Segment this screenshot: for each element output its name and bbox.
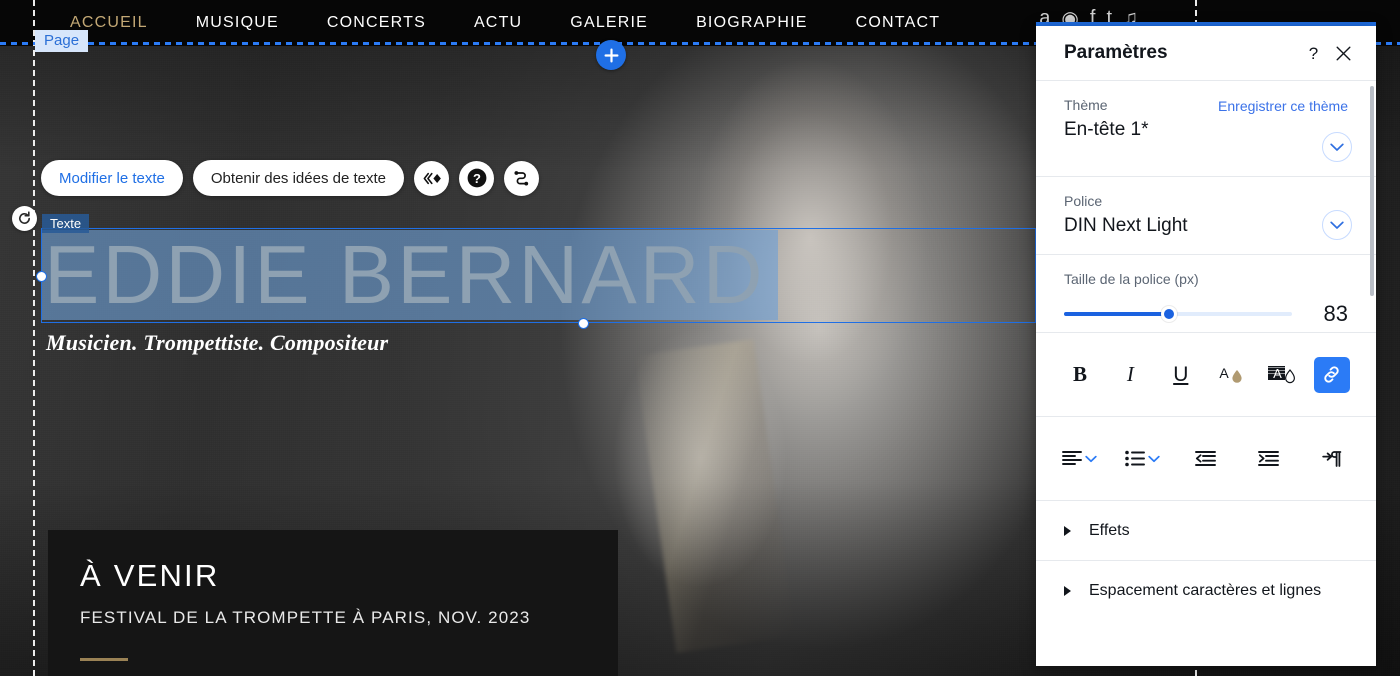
element-selection-box <box>41 228 1036 323</box>
text-color-icon: A <box>1220 365 1242 383</box>
font-size-slider[interactable] <box>1064 306 1292 322</box>
spacing-label: Espacement caractères et lignes <box>1089 581 1322 599</box>
connect-icon <box>514 170 529 186</box>
effects-accordion[interactable]: Effets <box>1036 500 1376 560</box>
nav-item-concerts[interactable]: CONCERTS <box>303 14 450 32</box>
nav-links: ACCUEIL MUSIQUE CONCERTS ACTU GALERIE BI… <box>0 14 964 32</box>
text-align-button[interactable] <box>1062 450 1097 467</box>
effects-label: Effets <box>1089 521 1130 539</box>
increase-indent-button[interactable] <box>1251 441 1287 477</box>
page-badge[interactable]: Page <box>35 30 89 52</box>
chevron-down-icon <box>1147 455 1160 462</box>
question-mark-icon: ? <box>1308 44 1317 63</box>
editor-window: ACCUEIL MUSIQUE CONCERTS ACTU GALERIE BI… <box>0 0 1400 676</box>
floating-text-toolbar: Modifier le texte Obtenir des idées de t… <box>41 160 539 196</box>
text-ideas-button[interactable]: Obtenir des idées de texte <box>192 160 404 196</box>
panel-header: Paramètres ? <box>1036 26 1376 80</box>
paragraph-format-row <box>1036 416 1376 500</box>
text-direction-button[interactable] <box>1314 441 1350 477</box>
panel-close-button[interactable] <box>1328 38 1358 68</box>
decrease-indent-button[interactable] <box>1187 441 1223 477</box>
chevron-down-icon <box>1085 455 1097 462</box>
triangle-right-icon <box>1064 525 1071 536</box>
chevron-down-icon <box>1330 143 1344 151</box>
slider-fill <box>1064 312 1169 316</box>
close-icon <box>1336 46 1350 60</box>
bold-button[interactable]: B <box>1062 357 1098 393</box>
font-size-section: Taille de la police (px) 83 <box>1036 254 1376 332</box>
nav-item-actu[interactable]: ACTU <box>450 14 546 32</box>
animation-button[interactable] <box>414 160 449 196</box>
panel-title: Paramètres <box>1064 42 1168 63</box>
add-section-button[interactable] <box>596 40 626 70</box>
chevron-down-icon <box>1330 221 1344 229</box>
rotate-handle[interactable] <box>12 206 37 231</box>
help-circle-icon: ? <box>467 168 486 188</box>
element-type-tag: Texte <box>42 214 90 233</box>
panel-scrollbar[interactable] <box>1370 86 1374 296</box>
font-value: DIN Next Light <box>1064 215 1188 236</box>
text-align-icon <box>1062 451 1082 465</box>
increase-indent-icon <box>1258 451 1279 466</box>
connect-button[interactable] <box>504 160 539 196</box>
font-size-value[interactable]: 83 <box>1308 301 1348 327</box>
resize-handle-bottom[interactable] <box>578 318 589 329</box>
slider-thumb[interactable] <box>1160 306 1177 322</box>
text-color-button[interactable]: A <box>1213 357 1249 393</box>
nav-item-galerie[interactable]: GALERIE <box>546 14 672 32</box>
upcoming-card-rule <box>80 658 128 661</box>
bulleted-list-button[interactable] <box>1124 450 1160 467</box>
animation-icon <box>423 172 441 184</box>
link-icon <box>1324 366 1340 383</box>
svg-text:?: ? <box>1308 44 1317 63</box>
font-label: Police <box>1064 193 1103 209</box>
theme-dropdown-button[interactable] <box>1322 132 1352 162</box>
help-button[interactable]: ? <box>459 160 494 196</box>
triangle-right-icon <box>1064 585 1071 596</box>
theme-section: Thème En-tête 1* Enregistrer ce thème <box>1036 80 1376 176</box>
upcoming-card-title: À VENIR <box>80 558 220 593</box>
text-highlight-button[interactable]: A <box>1264 357 1300 393</box>
hero-subtitle[interactable]: Musicien. Trompettiste. Compositeur <box>46 330 388 356</box>
character-format-row: B I U A A <box>1036 332 1376 416</box>
trumpet-shape <box>634 339 796 653</box>
italic-button[interactable]: I <box>1112 357 1148 393</box>
font-section: Police DIN Next Light <box>1036 176 1376 254</box>
link-button[interactable] <box>1313 356 1350 393</box>
spacing-accordion[interactable]: Espacement caractères et lignes <box>1036 560 1376 620</box>
decrease-indent-icon <box>1194 451 1216 466</box>
resize-handle-left[interactable] <box>36 271 47 282</box>
font-dropdown-button[interactable] <box>1322 210 1352 240</box>
svg-text:?: ? <box>473 171 481 186</box>
svg-text:A: A <box>1220 365 1230 381</box>
theme-value: En-tête 1* <box>1064 119 1149 140</box>
nav-item-biographie[interactable]: BIOGRAPHIE <box>672 14 832 32</box>
nav-item-contact[interactable]: CONTACT <box>832 14 965 32</box>
save-theme-link[interactable]: Enregistrer ce thème <box>1218 98 1348 114</box>
nav-item-musique[interactable]: MUSIQUE <box>172 14 303 32</box>
font-size-label: Taille de la police (px) <box>1064 271 1199 287</box>
rotate-icon <box>19 211 30 224</box>
text-highlight-icon: A <box>1267 365 1295 383</box>
font-size-slider-row: 83 <box>1064 301 1348 327</box>
edit-text-button[interactable]: Modifier le texte <box>41 160 183 196</box>
upcoming-card[interactable]: À VENIR FESTIVAL DE LA TROMPETTE À PARIS… <box>48 530 618 676</box>
bulleted-list-icon <box>1124 450 1145 467</box>
settings-panel: Paramètres ? Thème En-tête 1* Enregistre… <box>1036 26 1376 666</box>
page-boundary-left <box>33 0 35 676</box>
svg-text:A: A <box>1273 366 1282 381</box>
panel-help-button[interactable]: ? <box>1298 38 1328 68</box>
underline-button[interactable]: U <box>1163 357 1199 393</box>
upcoming-card-subtitle: FESTIVAL DE LA TROMPETTE À PARIS, NOV. 2… <box>80 608 531 627</box>
text-direction-icon <box>1322 450 1342 467</box>
plus-icon <box>604 48 618 62</box>
